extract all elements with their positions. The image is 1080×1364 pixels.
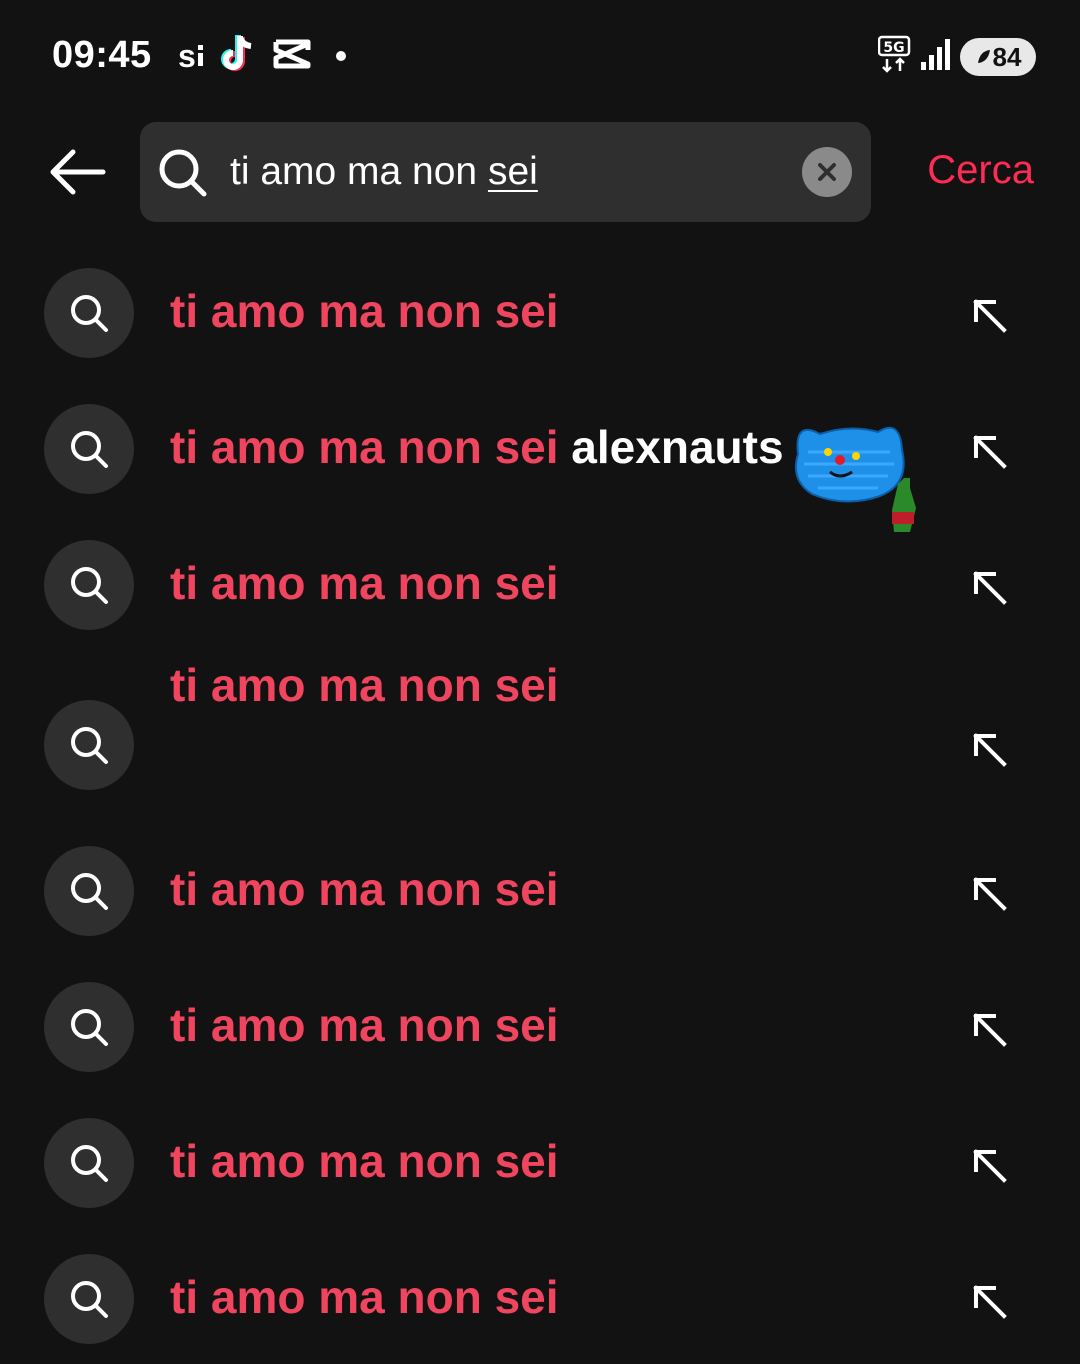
arrow-up-left-icon[interactable]	[966, 292, 1012, 338]
search-icon	[44, 404, 134, 494]
suggestion-match-text: ti amo ma non sei	[170, 1271, 559, 1323]
status-right: 5G 84	[877, 35, 1036, 80]
suggestion-match-text: ti amo ma non sei	[170, 285, 559, 337]
cat-sticker	[794, 426, 916, 532]
search-icon	[44, 1254, 134, 1344]
suggestion-label: ti amo ma non sei alexnauts	[170, 420, 784, 474]
arrow-up-left-icon[interactable]	[966, 1006, 1012, 1052]
suggestion-label: ti amo ma non sei	[170, 556, 559, 610]
signal-icon	[920, 38, 952, 77]
arrow-up-left-icon[interactable]	[966, 564, 1012, 610]
tiktok-icon	[220, 33, 258, 80]
notification-dot	[335, 51, 346, 61]
status-si-label: s	[178, 38, 206, 75]
suggestion-label: ti amo ma non sei	[170, 1134, 559, 1188]
battery-icon: 84	[960, 38, 1036, 76]
suggestion-match-text: ti amo ma non sei	[170, 557, 559, 609]
suggestion-label: ti amo ma non sei	[170, 862, 559, 916]
suggestion-match-text: ti amo ma non sei	[170, 659, 559, 711]
suggestion-row[interactable]: ti amo ma non sei	[0, 826, 1080, 956]
suggestion-row[interactable]: ti amo ma non sei	[0, 1234, 1080, 1364]
back-button[interactable]	[42, 142, 112, 202]
suggestion-label: ti amo ma non sei	[170, 998, 559, 1052]
search-icon	[44, 846, 134, 936]
charging-icon	[977, 50, 990, 63]
network-5g-icon: 5G	[877, 35, 912, 80]
arrow-left-icon	[50, 149, 106, 195]
arrow-up-left-icon[interactable]	[966, 870, 1012, 916]
suggestion-extra-text: alexnauts	[558, 421, 784, 473]
search-icon	[44, 1118, 134, 1208]
suggestion-match-text: ti amo ma non sei	[170, 421, 559, 473]
search-icon	[44, 540, 134, 630]
close-icon	[818, 163, 836, 181]
status-app-icons: s	[178, 32, 346, 80]
suggestion-label: ti amo ma non sei	[170, 1270, 559, 1324]
search-header: ti amo ma non sei Cerca	[0, 120, 1080, 224]
search-query-composing: sei	[487, 150, 538, 193]
search-box[interactable]: ti amo ma non sei	[140, 122, 871, 222]
suggestion-row[interactable]: ti amo ma non sei	[0, 962, 1080, 1092]
suggestion-row[interactable]: ti amo ma non sei	[0, 658, 1080, 790]
arrow-up-left-icon[interactable]	[966, 1142, 1012, 1188]
arrow-up-left-icon[interactable]	[966, 1278, 1012, 1324]
capcut-icon	[272, 36, 312, 77]
suggestion-row[interactable]: ti amo ma non sei	[0, 248, 1080, 378]
status-bar: 09:45 s 5G 84	[0, 0, 1080, 110]
clear-search-button[interactable]	[802, 147, 852, 197]
battery-level: 84	[992, 41, 1022, 72]
suggestion-label: ti amo ma non sei	[170, 658, 559, 712]
search-icon	[44, 700, 134, 790]
suggestion-label: ti amo ma non sei	[170, 284, 559, 338]
status-time: 09:45	[52, 34, 152, 76]
search-query-text: ti amo ma non	[230, 150, 488, 193]
suggestion-match-text: ti amo ma non sei	[170, 863, 559, 915]
suggestion-match-text: ti amo ma non sei	[170, 1135, 559, 1187]
search-icon	[44, 268, 134, 358]
search-submit-button[interactable]: Cerca	[927, 148, 1034, 193]
search-icon	[159, 149, 207, 197]
arrow-up-left-icon[interactable]	[966, 726, 1012, 772]
suggestion-row[interactable]: ti amo ma non sei	[0, 1098, 1080, 1228]
svg-text:5G: 5G	[883, 40, 904, 56]
search-input[interactable]: ti amo ma non sei	[230, 136, 790, 208]
arrow-up-left-icon[interactable]	[966, 428, 1012, 474]
search-icon	[44, 982, 134, 1072]
suggestion-match-text: ti amo ma non sei	[170, 999, 559, 1051]
